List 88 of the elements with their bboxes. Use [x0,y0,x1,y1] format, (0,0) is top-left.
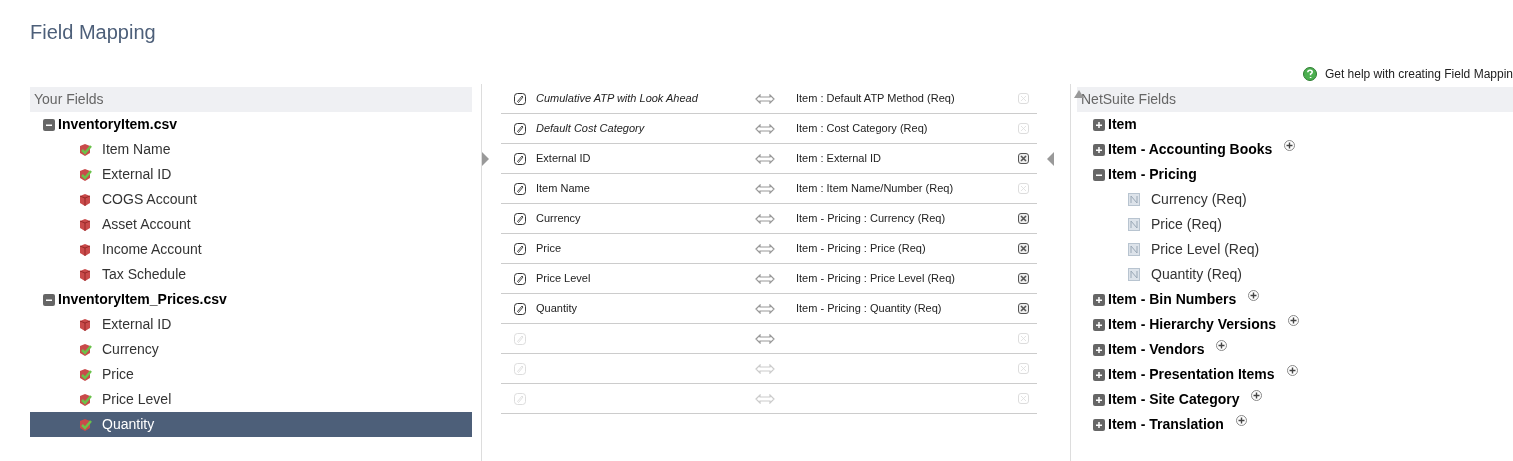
expand-icon[interactable] [1093,393,1105,406]
help-link[interactable]: Get help with creating Field Mappin [1302,64,1513,83]
expand-icon[interactable] [1093,418,1105,431]
remove-icon[interactable] [1018,213,1029,224]
add-icon[interactable] [1235,415,1247,426]
edit-icon[interactable] [514,302,526,315]
expand-icon[interactable] [1093,143,1105,156]
netsuite-field-row[interactable]: Quantity (Req) [1077,262,1513,287]
collapse-icon[interactable] [43,118,55,131]
edit-icon[interactable] [514,182,526,195]
source-field: Price Level [536,270,751,287]
field-row[interactable]: Item Name [30,137,472,162]
field-row[interactable]: Tax Schedule [30,262,472,287]
field-icon [1128,268,1140,281]
edit-icon [514,362,526,375]
target-field: Item : Cost Category (Req) [796,120,996,137]
edit-icon[interactable] [514,212,526,225]
panel-header: Your Fields [30,87,472,112]
expand-icon[interactable] [1093,293,1105,306]
remove-icon[interactable] [1018,153,1029,164]
group-name[interactable]: Item - Translation [1108,414,1224,435]
panel-header: NetSuite Fields [1077,87,1513,112]
field-icon [1128,193,1140,206]
left-arrow-icon[interactable] [482,152,489,166]
add-icon[interactable] [1216,340,1228,351]
group-name[interactable]: Item - Hierarchy Versions [1108,314,1277,335]
collapse-icon[interactable] [43,293,55,306]
page-title: Field Mapping [30,20,156,45]
remove-icon[interactable] [1018,303,1029,314]
target-field: Item : Item Name/Number (Req) [796,180,996,197]
collapse-icon[interactable] [1093,168,1105,181]
help-icon [1302,66,1317,81]
netsuite-field-row[interactable]: Currency (Req) [1077,187,1513,212]
expand-icon[interactable] [1093,118,1105,131]
remove-icon[interactable] [1018,273,1029,284]
add-icon[interactable] [1248,290,1260,301]
field-row[interactable]: Asset Account [30,212,472,237]
field-row[interactable]: Price Level [30,387,472,412]
target-field: Item : Default ATP Method (Req) [796,90,996,107]
field-icon [1128,218,1140,231]
edit-icon[interactable] [514,272,526,285]
edit-icon[interactable] [514,92,526,105]
netsuite-field-row[interactable]: Price (Req) [1077,212,1513,237]
target-field: Item - Pricing : Currency (Req) [796,210,996,227]
selected-field-row[interactable]: Quantity [30,412,472,437]
source-field: Item Name [536,180,751,197]
add-icon[interactable] [1284,140,1296,151]
remove-icon[interactable] [1018,243,1029,254]
target-field: Item : External ID [796,150,996,167]
group-name[interactable]: Item [1108,114,1137,135]
field-row[interactable]: COGS Account [30,187,472,212]
field-row[interactable]: Income Account [30,237,472,262]
field-row[interactable]: External ID [30,162,472,187]
file-name[interactable]: InventoryItem_Prices.csv [58,289,227,310]
group-name[interactable]: Item - Bin Numbers [1108,289,1237,310]
right-arrow-icon[interactable] [1047,152,1054,166]
source-field: External ID [536,150,751,167]
add-icon[interactable] [1286,365,1298,376]
expand-icon[interactable] [1093,368,1105,381]
source-field: Currency [536,210,751,227]
netsuite-field-row[interactable]: Price Level (Req) [1077,237,1513,262]
edit-icon [514,332,526,345]
source-field: Price [536,240,751,257]
source-field: Quantity [536,300,751,317]
field-row[interactable]: External ID [30,312,472,337]
add-icon[interactable] [1288,315,1300,326]
source-field: Cumulative ATP with Look Ahead [536,90,751,107]
expand-icon[interactable] [1093,343,1105,356]
target-field: Item - Pricing : Quantity (Req) [796,300,996,317]
add-icon[interactable] [1251,390,1263,401]
group-name[interactable]: Item - Vendors [1108,339,1205,360]
group-name[interactable]: Item - Accounting Books [1108,139,1273,160]
scroll-up-icon[interactable] [1074,90,1084,98]
target-field: Item - Pricing : Price Level (Req) [796,270,996,287]
expand-icon[interactable] [1093,318,1105,331]
file-name[interactable]: InventoryItem.csv [58,114,178,135]
source-field: Default Cost Category [536,120,751,137]
edit-icon[interactable] [514,122,526,135]
group-name[interactable]: Item - Pricing [1108,164,1197,185]
target-field: Item - Pricing : Price (Req) [796,240,996,257]
field-row[interactable]: Price [30,362,472,387]
field-row[interactable]: Currency [30,337,472,362]
edit-icon[interactable] [514,152,526,165]
edit-icon [514,392,526,405]
edit-icon[interactable] [514,242,526,255]
field-icon [1128,243,1140,256]
group-name[interactable]: Item - Site Category [1108,389,1240,410]
group-name[interactable]: Item - Presentation Items [1108,364,1275,385]
